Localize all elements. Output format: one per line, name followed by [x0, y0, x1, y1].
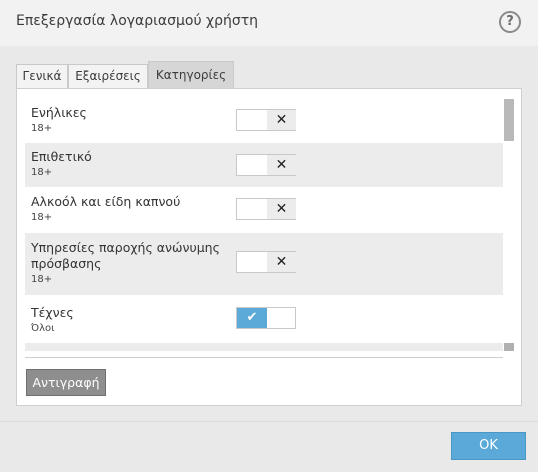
category-name-line1: Υπηρεσίες παροχής ανώνυμης [31, 240, 220, 255]
categories-list: Ενήλικες 18+ ✕ Επιθετικό 18+ ✕ Αλκοόλ κα… [25, 97, 503, 351]
categories-content: Ενήλικες 18+ ✕ Επιθετικό 18+ ✕ Αλκοόλ κα… [16, 88, 522, 406]
category-name: Υπηρεσίες παροχής ανώνυμης πρόσβασης [31, 240, 220, 272]
category-toggle[interactable]: ✕ [236, 154, 296, 176]
close-icon: ✕ [267, 155, 296, 175]
category-age: 18+ [31, 212, 53, 223]
category-age: 18+ [31, 274, 53, 285]
ok-button[interactable]: OK [451, 432, 526, 460]
divider [25, 357, 503, 358]
category-toggle[interactable]: ✕ [236, 198, 296, 220]
category-toggle[interactable]: ✕ [236, 251, 296, 273]
check-icon: ✔ [237, 308, 267, 328]
tab-exceptions[interactable]: Εξαιρέσεις [68, 64, 148, 89]
category-name: Ενήλικες [31, 105, 87, 120]
tab-general[interactable]: Γενικά [16, 64, 68, 89]
close-icon: ✕ [267, 252, 296, 272]
tab-categories[interactable]: Κατηγορίες [148, 61, 234, 89]
category-toggle[interactable]: ✕ [236, 109, 296, 131]
list-item: Υπηρεσίες παροχής ανώνυμης πρόσβασης 18+… [25, 233, 503, 295]
list-item: Τέχνες Όλοι ✔ [25, 295, 503, 343]
category-name-line2: πρόσβασης [31, 256, 102, 271]
list-item: Επιθετικό 18+ ✕ [25, 143, 503, 187]
list-item [25, 343, 503, 351]
tab-panel: Γενικά Εξαιρέσεις Κατηγορίες Ενήλικες 18… [16, 60, 522, 406]
list-scrollbar[interactable] [504, 97, 514, 351]
category-age: 18+ [31, 167, 53, 178]
scrollbar-thumb[interactable] [504, 99, 514, 141]
help-icon[interactable]: ? [499, 11, 521, 33]
copy-button[interactable]: Αντιγραφή [26, 369, 106, 396]
footer-divider [0, 421, 538, 422]
dialog-title: Επεξεργασία λογαριασμού χρήστη [16, 13, 259, 29]
list-item: Αλκοόλ και είδη καπνού 18+ ✕ [25, 187, 503, 233]
list-item: Ενήλικες 18+ ✕ [25, 97, 503, 143]
close-icon: ✕ [267, 110, 296, 130]
category-toggle[interactable]: ✔ [236, 307, 296, 329]
scrollbar-end [504, 343, 514, 351]
category-name: Αλκοόλ και είδη καπνού [31, 194, 181, 209]
close-icon: ✕ [267, 199, 296, 219]
dialog-titlebar: Επεξεργασία λογαριασμού χρήστη ? [0, 0, 538, 46]
category-age: Όλοι [31, 323, 55, 334]
category-name: Επιθετικό [31, 149, 92, 164]
category-name: Τέχνες [31, 305, 74, 320]
category-age: 18+ [31, 123, 53, 134]
